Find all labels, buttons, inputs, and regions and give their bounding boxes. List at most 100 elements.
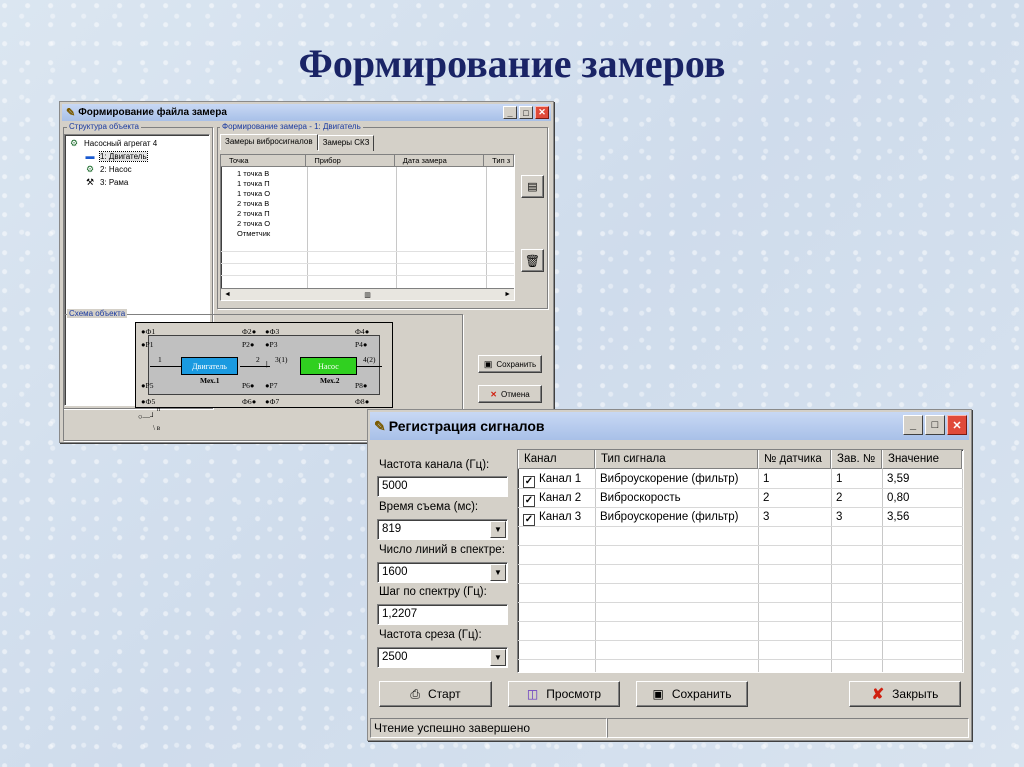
delete-button[interactable]: 🗑	[521, 249, 544, 272]
col-date[interactable]: Дата замера	[394, 155, 485, 167]
scroll-left-icon[interactable]: ◄	[224, 291, 231, 298]
view-button[interactable]: ◫ Просмотр	[508, 681, 620, 707]
channel-freq-label: Частота канала (Гц):	[379, 459, 490, 471]
table-row[interactable]: ✓ Канал 1 Виброускорение (фильтр) 1 1 3,5…	[518, 470, 963, 489]
lines-select[interactable]: 1600 ▼	[377, 562, 508, 583]
switch-p-label: п	[157, 407, 161, 413]
maximize-button[interactable]: □	[519, 106, 533, 119]
signal-type-cell: Виброускорение (фильтр)	[600, 473, 739, 485]
close-label: Закрыть	[892, 687, 939, 701]
scroll-thumb[interactable]: ▥	[364, 291, 371, 299]
node-label: 3(1)	[275, 355, 288, 364]
save-label: Сохранить	[496, 359, 537, 369]
node-label: 4(2)	[363, 355, 376, 364]
pump-box[interactable]: Насос	[300, 357, 357, 375]
point-row[interactable]: 2 точка П	[237, 209, 270, 218]
table-row[interactable]: ✓ Канал 3 Виброускорение (фильтр) 3 3 3,5…	[518, 508, 963, 527]
app-icon: ✎	[374, 417, 386, 434]
tree-item-frame[interactable]: ⚒ 3: Рама	[83, 177, 128, 187]
frame-icon: ⚒	[85, 176, 95, 187]
time-value: 819	[382, 523, 402, 535]
sensor-label: Ф2●	[242, 327, 257, 336]
channel-cell[interactable]: ✓ Канал 3	[518, 508, 581, 527]
window1-titlebar[interactable]: ✎ Формирование файла замера _ □ ✕	[62, 104, 551, 121]
trash-icon: 🗑	[524, 253, 541, 268]
object-scheme[interactable]: ●Ф1 Ф2● ●Ф3 Ф4● ●P1 P2● ●P3 P4● 1 2 3(1)…	[135, 322, 393, 408]
slide-title: Формирование замеров	[298, 41, 726, 86]
col-type[interactable]: Тип з	[484, 155, 514, 167]
window2-titlebar[interactable]: ✎ Регистрация сигналов _ □ ✕	[370, 412, 969, 440]
cutoff-value: 2500	[382, 651, 408, 663]
points-grid[interactable]: Точка Прибор Дата замера Тип з 1 точка В…	[220, 154, 515, 301]
col-point[interactable]: Точка	[221, 155, 307, 167]
point-row[interactable]: 2 точка О	[237, 219, 270, 228]
checkbox[interactable]: ✓	[523, 514, 535, 526]
checkbox[interactable]: ✓	[523, 495, 535, 507]
floppy-icon: ▣	[652, 687, 664, 701]
channels-table[interactable]: Канал Тип сигнала № датчика Зав. № Значе…	[517, 449, 964, 673]
checkbox[interactable]: ✓	[523, 476, 535, 488]
window2-title: Регистрация сигналов	[388, 418, 545, 434]
motor-box[interactable]: Двигатель	[181, 357, 238, 375]
tree-root[interactable]: ⚙ Насосный агрегат 4	[67, 138, 157, 148]
tab-vibration[interactable]: Замеры вибросигналов	[220, 134, 318, 150]
minimize-button[interactable]: _	[903, 415, 923, 435]
col-serial[interactable]: Зав. №	[831, 450, 882, 469]
channel-cell[interactable]: ✓ Канал 1	[518, 470, 581, 489]
sensor-label: P4●	[355, 340, 368, 349]
point-row[interactable]: Отметчик	[237, 229, 270, 238]
value-cell: 3,59	[887, 473, 910, 485]
time-select[interactable]: 819 ▼	[377, 519, 508, 540]
col-signal-type[interactable]: Тип сигнала	[595, 450, 758, 469]
coupling-icon: |	[266, 359, 268, 368]
sensor-cell: 2	[763, 492, 770, 504]
tree-item-label: 1: Двигатель	[99, 150, 148, 162]
point-row[interactable]: 1 точка П	[237, 179, 270, 188]
close-button[interactable]: ✕	[535, 106, 549, 119]
close-dialog-button[interactable]: ✘ Закрыть	[849, 681, 961, 707]
minimize-button[interactable]: _	[503, 106, 517, 119]
calculator-button[interactable]: ▤	[521, 175, 544, 198]
value-cell: 0,80	[887, 492, 910, 504]
chevron-down-icon[interactable]: ▼	[490, 521, 506, 538]
save-button[interactable]: ▣ Сохранить	[478, 355, 542, 373]
measurement-file-window: ✎ Формирование файла замера _ □ ✕ Структ…	[59, 101, 554, 443]
horizontal-scrollbar[interactable]: ◄ ▥ ►	[221, 288, 514, 300]
maximize-button[interactable]: □	[925, 415, 945, 435]
start-button[interactable]: ⎙ Старт	[379, 681, 492, 707]
time-label: Время съема (мс):	[379, 501, 479, 513]
save-button[interactable]: ▣ Сохранить	[636, 681, 748, 707]
col-device[interactable]: Прибор	[306, 155, 395, 167]
tree-item-pump[interactable]: ⚙ 2: Насос	[83, 164, 132, 174]
value-cell: 3,56	[887, 511, 910, 523]
cancel-button[interactable]: ✕ Отмена	[478, 385, 542, 403]
pump-icon: ⚙	[85, 163, 95, 174]
sensor-label: Ф8●	[355, 397, 370, 406]
channel-cell[interactable]: ✓ Канал 2	[518, 489, 581, 508]
serial-cell: 3	[836, 511, 843, 523]
sensor-label: ●Ф1	[141, 327, 156, 336]
scroll-right-icon[interactable]: ►	[504, 291, 511, 298]
col-sensor[interactable]: № датчика	[758, 450, 831, 469]
chevron-down-icon[interactable]: ▼	[490, 564, 506, 581]
sensor-label: ●P5	[141, 381, 154, 390]
col-channel[interactable]: Канал	[518, 450, 595, 469]
scheme-label: Схема объекта	[67, 309, 128, 318]
tree-item-motor[interactable]: ▬ 1: Двигатель	[83, 150, 148, 162]
cutoff-select[interactable]: 2500 ▼	[377, 647, 508, 668]
point-row[interactable]: 2 точка В	[237, 199, 269, 208]
tab-rms[interactable]: Замеры СКЗ	[317, 135, 375, 151]
floppy-icon: ▣	[483, 358, 493, 369]
col-value[interactable]: Значение	[882, 450, 962, 469]
point-row[interactable]: 1 точка В	[237, 169, 269, 178]
chevron-down-icon[interactable]: ▼	[490, 649, 506, 666]
point-row[interactable]: 1 точка О	[237, 189, 270, 198]
close-button[interactable]: ✕	[947, 415, 967, 435]
channel-freq-input[interactable]: 5000	[377, 476, 508, 497]
step-input[interactable]: 1,2207	[377, 604, 508, 625]
table-row[interactable]: ✓ Канал 2 Виброскорость 2 2 0,80	[518, 489, 963, 508]
cancel-icon: ✕	[490, 389, 497, 399]
status-bar: Чтение успешно завершено	[370, 718, 969, 738]
tree-root-label: Насосный агрегат 4	[84, 138, 158, 148]
chart-icon: ◫	[526, 687, 539, 701]
